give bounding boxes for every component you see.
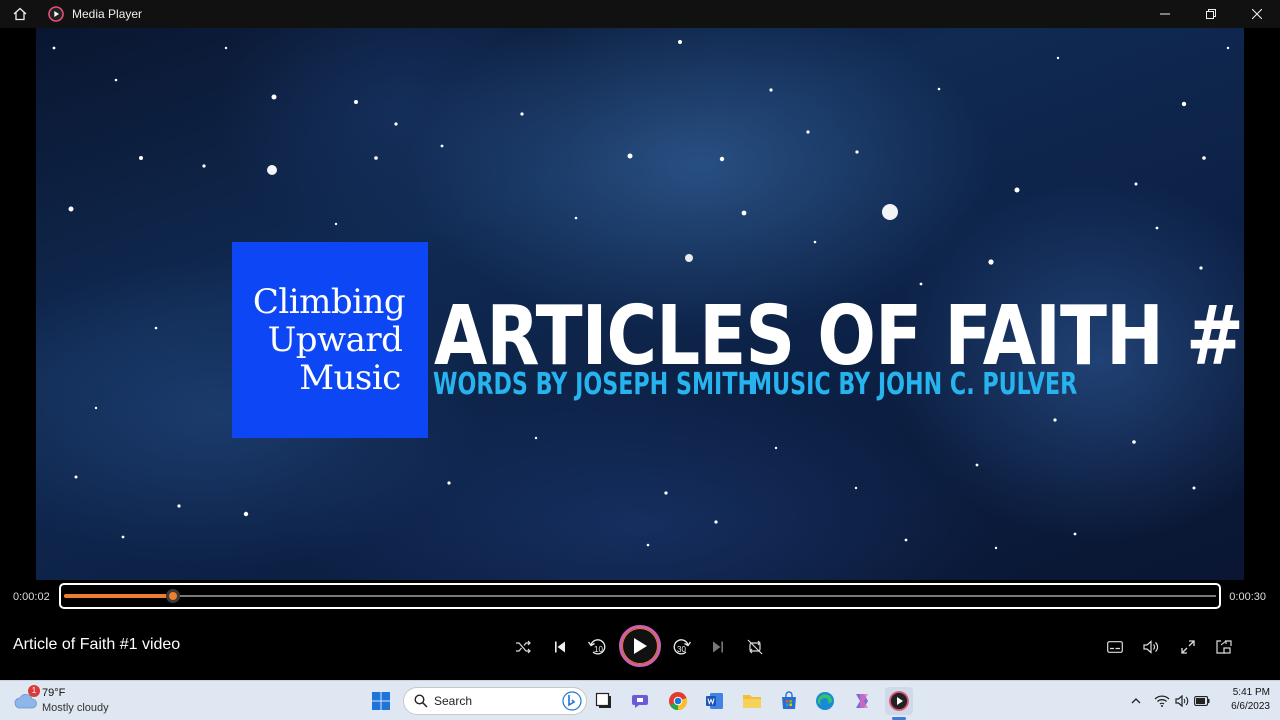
seek-bar[interactable] xyxy=(64,589,1216,603)
previous-button[interactable] xyxy=(542,629,578,665)
restore-button[interactable] xyxy=(1188,0,1234,28)
weather-widget[interactable]: 1 79°F Mostly cloudy xyxy=(14,685,124,717)
weather-alert-badge: 1 xyxy=(28,685,40,697)
system-clock[interactable]: 5:41 PM 6/6/2023 xyxy=(1212,686,1270,714)
minimize-icon xyxy=(1160,13,1170,15)
seek-bar-progress xyxy=(64,594,174,598)
now-playing-title: Article of Faith #1 video xyxy=(13,636,181,653)
windows-taskbar: 1 79°F Mostly cloudy Search 5:41 PM 6/6/… xyxy=(0,680,1280,720)
media-player-icon xyxy=(889,691,909,711)
taskbar-search-box[interactable]: Search xyxy=(403,687,587,715)
teams-chat-button[interactable] xyxy=(627,687,655,715)
edge-icon xyxy=(816,692,834,710)
climbing-upward-music-logo: Climbing Upward Music xyxy=(232,242,428,438)
video-area[interactable]: Climbing Upward Music ARTICLES OF FAITH … xyxy=(0,28,1280,580)
bing-icon xyxy=(562,691,582,711)
search-placeholder: Search xyxy=(434,694,473,708)
home-button[interactable] xyxy=(0,0,40,28)
current-time: 0:00:02 xyxy=(13,591,50,603)
chrome-icon xyxy=(669,692,688,711)
show-hidden-icons-button[interactable] xyxy=(1126,691,1146,711)
minimize-button[interactable] xyxy=(1142,0,1188,28)
copilot-icon xyxy=(856,694,868,708)
play-icon xyxy=(634,638,647,654)
media-player-window: Media Player Climbing Upward Music ARTIC… xyxy=(0,0,1280,720)
task-view-icon xyxy=(595,692,611,708)
play-button[interactable] xyxy=(619,625,661,667)
chrome-button[interactable] xyxy=(664,687,692,715)
volume-button[interactable] xyxy=(1133,629,1169,665)
close-button[interactable] xyxy=(1234,0,1280,28)
shuffle-button[interactable] xyxy=(505,629,541,665)
media-player-taskbar-button[interactable] xyxy=(885,687,913,715)
weather-temperature: 79°F xyxy=(42,687,66,699)
logo-line-3: Music xyxy=(299,358,401,398)
video-title-text: ARTICLES OF FAITH #1 xyxy=(434,289,1244,384)
title-bar: Media Player xyxy=(0,0,1280,28)
skip-back-button[interactable]: 10 xyxy=(579,629,615,665)
chevron-up-icon xyxy=(1131,698,1141,704)
fullscreen-button[interactable] xyxy=(1170,629,1206,665)
skip-forward-seconds: 30 xyxy=(677,645,686,654)
logo-line-2: Upward xyxy=(267,320,403,360)
search-icon xyxy=(414,694,428,708)
seek-bar-area: 0:00:02 0:00:30 xyxy=(0,580,1280,614)
home-icon xyxy=(13,7,27,21)
captions-button[interactable] xyxy=(1097,629,1133,665)
miniplayer-button[interactable] xyxy=(1206,629,1242,665)
clock-time: 5:41 PM xyxy=(1232,687,1270,698)
total-time: 0:00:30 xyxy=(1229,591,1266,603)
shuffle-icon xyxy=(516,640,531,654)
file-explorer-icon xyxy=(743,695,761,708)
next-button[interactable] xyxy=(700,629,736,665)
word-button[interactable] xyxy=(701,687,729,715)
speaker-icon xyxy=(1175,695,1189,707)
store-button[interactable] xyxy=(775,687,803,715)
previous-icon xyxy=(555,641,565,653)
volume-icon xyxy=(1143,640,1159,654)
media-player-app-icon xyxy=(48,6,64,22)
word-icon xyxy=(706,693,723,709)
battery-icon xyxy=(1194,696,1210,706)
windows-start-icon xyxy=(372,692,390,710)
store-icon xyxy=(782,691,796,709)
network-status[interactable] xyxy=(1152,691,1172,711)
volume-status[interactable] xyxy=(1172,691,1192,711)
logo-line-1: Climbing xyxy=(252,282,406,322)
close-icon xyxy=(1252,9,1262,19)
video-frame: Climbing Upward Music ARTICLES OF FAITH … xyxy=(36,28,1244,580)
weather-condition: Mostly cloudy xyxy=(42,702,109,714)
clock-date: 6/6/2023 xyxy=(1231,701,1270,712)
file-explorer-button[interactable] xyxy=(738,687,766,715)
miniplayer-icon xyxy=(1216,640,1232,654)
start-button[interactable] xyxy=(367,687,395,715)
battery-status[interactable] xyxy=(1192,691,1212,711)
next-icon xyxy=(713,641,723,653)
skip-forward-button[interactable]: 30 xyxy=(664,629,700,665)
video-music-credit: MUSIC BY JOHN C. PULVER xyxy=(750,367,1078,402)
teams-chat-icon xyxy=(632,695,648,708)
task-view-button[interactable] xyxy=(590,687,618,715)
wifi-icon xyxy=(1154,695,1170,707)
copilot-button[interactable] xyxy=(848,687,876,715)
repeat-off-icon xyxy=(747,639,763,655)
repeat-button[interactable] xyxy=(737,629,773,665)
skip-back-seconds: 10 xyxy=(594,645,603,654)
edge-button[interactable] xyxy=(811,687,839,715)
restore-icon xyxy=(1206,9,1216,19)
fullscreen-icon xyxy=(1181,640,1195,654)
playback-controls: Article of Faith #1 video 10 30 xyxy=(0,614,1280,680)
window-title: Media Player xyxy=(72,7,143,21)
video-words-credit: WORDS BY JOSEPH SMITH xyxy=(433,367,757,402)
captions-icon xyxy=(1107,641,1123,653)
